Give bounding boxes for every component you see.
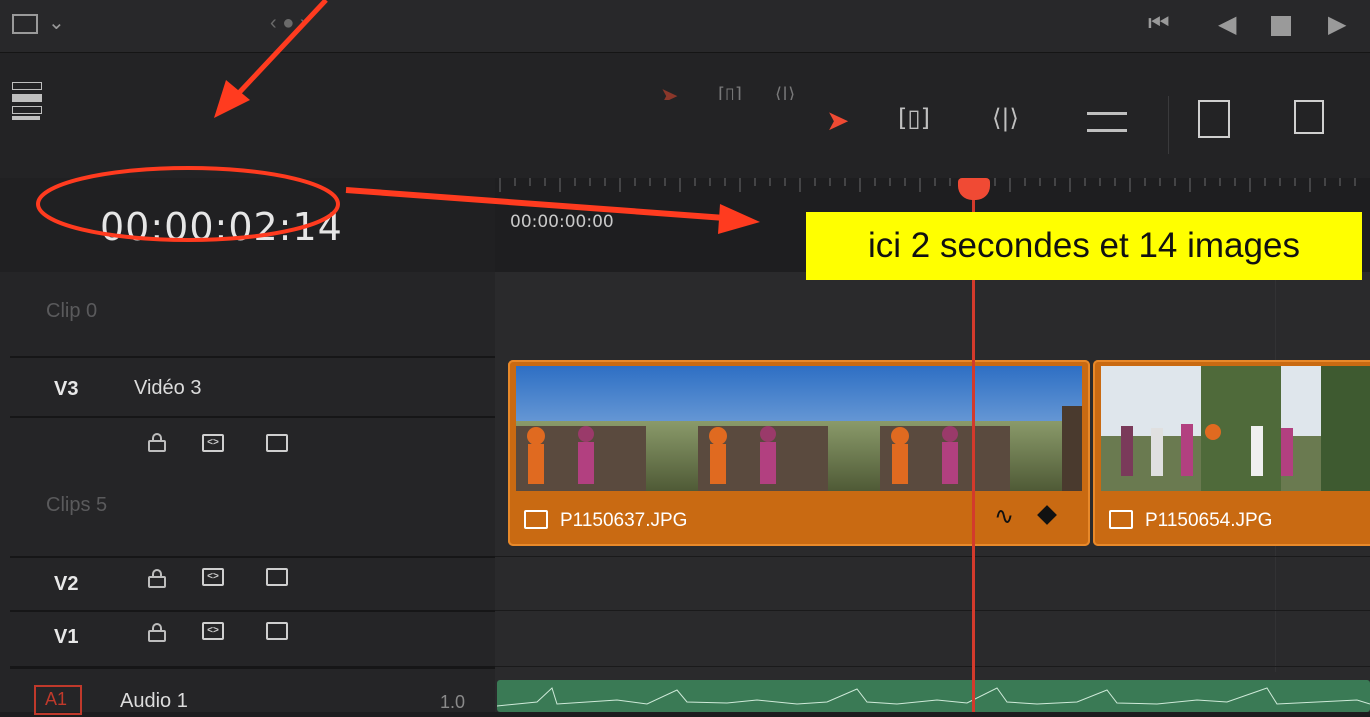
annotation-note: ici 2 secondes et 14 images: [806, 212, 1362, 280]
annotation-ellipse: [36, 166, 340, 242]
annotation-overlay: [36, 0, 760, 242]
annotation-arrow-down: [234, 0, 328, 98]
annotation-arrowhead: [718, 204, 760, 234]
annotation-arrow-right: [345, 187, 726, 221]
